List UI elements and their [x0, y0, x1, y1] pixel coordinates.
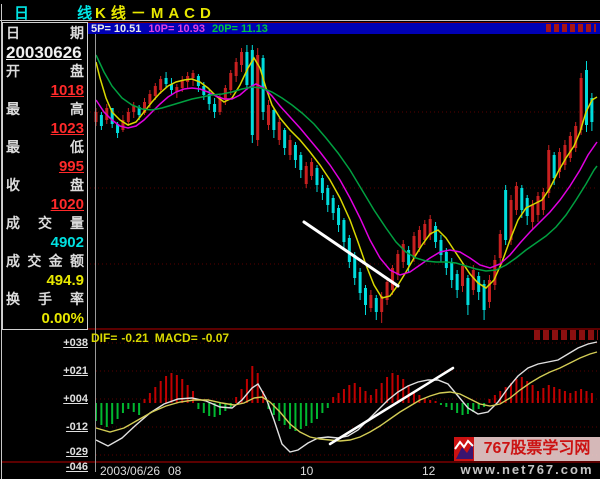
quote-label: 成交金额 [6, 252, 84, 271]
ma-bar-item-20P: 20P=11.13 [212, 23, 268, 35]
quote-value: 1020 [6, 195, 84, 214]
x-axis-tick: 08 [168, 464, 181, 478]
macd-axis-tick: +038 [50, 337, 88, 349]
watermark-url[interactable]: www.net767.com [454, 461, 600, 477]
quote-label: 开 盘 [6, 62, 84, 81]
x-axis-tick: 12 [422, 464, 435, 478]
chart-canvas[interactable] [0, 0, 600, 479]
ma-bar-item-10P: 10P=10.93 [148, 23, 205, 35]
plot-left-frame [95, 22, 96, 472]
macd-indicator-header: DIF= -0.21 MACD= -0.07 [91, 331, 233, 345]
quote-label: 收 盘 [6, 176, 84, 195]
quote-value: 494.9 [6, 271, 84, 290]
watermark-logo-icon [454, 437, 474, 461]
quote-value: 20030626 [6, 43, 84, 62]
dif-value: -0.21 [121, 331, 148, 345]
macd-axis-tick: +021 [50, 365, 88, 377]
quote-value: 4902 [6, 233, 84, 252]
quote-value: 0.00% [6, 309, 84, 328]
ma-line-MA10 [96, 84, 597, 275]
x-axis-tick: 10 [300, 464, 313, 478]
candles-layer [95, 45, 594, 323]
quote-info-panel: 日 期20030626开 盘1018最 高1023最 低995收 盘1020成 … [2, 22, 88, 330]
dif-label: DIF= [91, 331, 117, 345]
quote-value: 1023 [6, 119, 84, 138]
quote-label: 日 期 [6, 24, 84, 43]
quote-label: 最 低 [6, 138, 84, 157]
ma-bar-item-5P: 5P=10.51 [91, 23, 141, 35]
macd-axis-tick: -046 [50, 461, 88, 473]
watermark: 767股票学习网 www.net767.com [454, 437, 600, 477]
quote-value: 1018 [6, 81, 84, 100]
x-axis-tick: 2003/06/26 [100, 464, 160, 478]
ticker-decoration-top [546, 24, 596, 32]
price-trendline[interactable] [304, 222, 398, 286]
quote-label: 最 高 [6, 100, 84, 119]
watermark-site-name: 767股票学习网 [474, 437, 600, 461]
macd-axis-tick: +004 [50, 393, 88, 405]
quote-label: 换手率 [6, 290, 84, 309]
ma-value-bar: 5P=10.51 10P=10.93 20P=11.13 [88, 22, 600, 34]
macd-axis-tick: -012 [50, 421, 88, 433]
macd-label: MACD= [155, 331, 198, 345]
quote-label: 成 交 量 [6, 214, 84, 233]
macd-axis-tick: -029 [50, 446, 88, 458]
macd-value: -0.07 [202, 331, 229, 345]
quote-value: 995 [6, 157, 84, 176]
ticker-decoration-macd [534, 330, 598, 340]
